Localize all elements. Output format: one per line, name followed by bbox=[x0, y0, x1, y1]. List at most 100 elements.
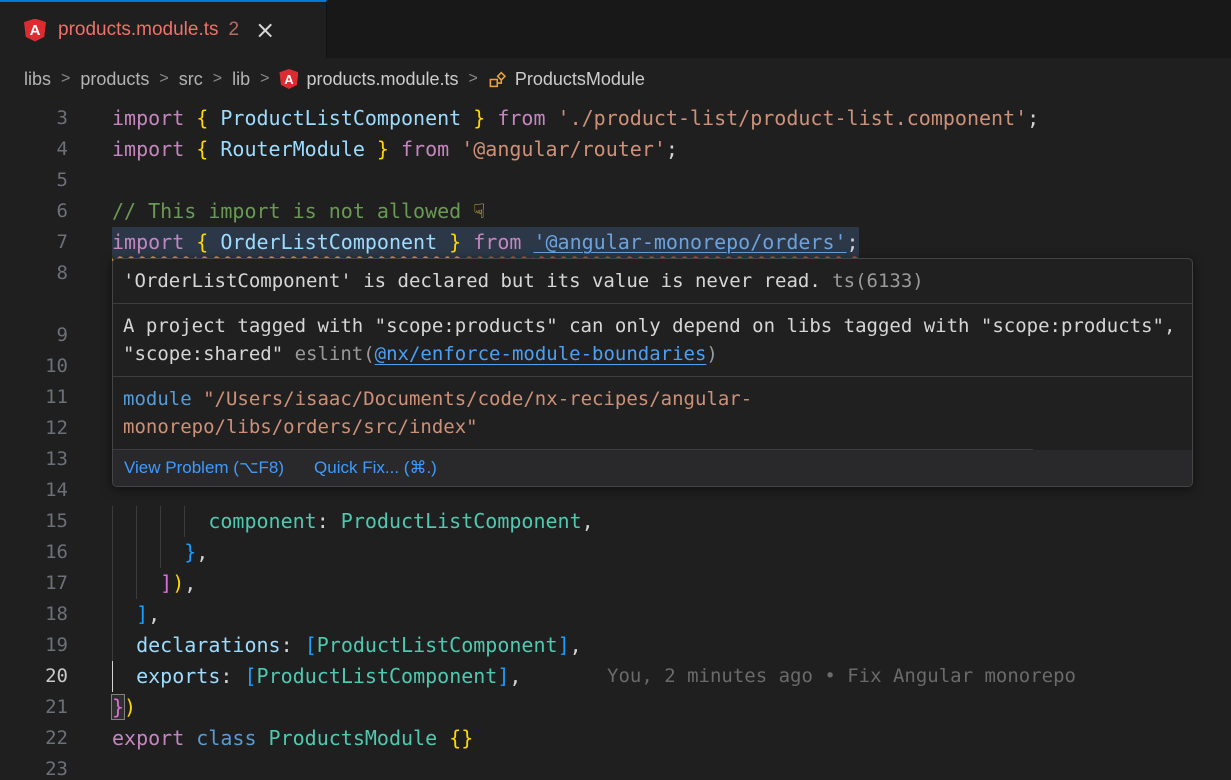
code-line[interactable]: import { ProductListComponent } from './… bbox=[112, 103, 1039, 134]
line-number[interactable]: 13 bbox=[0, 444, 68, 475]
code-token: component bbox=[208, 509, 316, 533]
view-problem-link[interactable]: View Problem (⌥F8) bbox=[124, 458, 284, 478]
chevron-separator-icon: > bbox=[469, 70, 478, 88]
code-token: ProductListComponent bbox=[257, 664, 498, 688]
code-line[interactable]: }) bbox=[112, 692, 136, 723]
code-token: ] bbox=[160, 571, 172, 595]
code-token: from bbox=[485, 106, 557, 130]
tab-error-count-badge: 2 bbox=[229, 19, 240, 41]
breadcrumb-file-label: products.module.ts bbox=[306, 69, 458, 90]
breadcrumb-item-file[interactable]: Aproducts.module.ts bbox=[279, 69, 458, 90]
symbol-class-icon bbox=[488, 70, 507, 89]
hover-rule-link[interactable]: @nx/enforce-module-boundaries bbox=[375, 343, 707, 365]
line-number[interactable] bbox=[0, 289, 68, 320]
code-token: ) bbox=[172, 571, 184, 595]
line-number[interactable]: 15 bbox=[0, 506, 68, 537]
breadcrumb-item-lib[interactable]: lib bbox=[232, 69, 250, 90]
code-token: OrderListComponent bbox=[208, 230, 449, 254]
chevron-separator-icon: > bbox=[61, 70, 70, 88]
line-number[interactable]: 14 bbox=[0, 475, 68, 506]
code-token: } bbox=[473, 106, 485, 130]
line-number[interactable]: 16 bbox=[0, 537, 68, 568]
code-line[interactable]: import { RouterModule } from '@angular/r… bbox=[112, 134, 678, 165]
code-token: ) bbox=[124, 695, 136, 719]
code-line-row: 18 ], bbox=[0, 599, 1231, 630]
code-line[interactable]: declarations: [ProductListComponent], bbox=[112, 630, 582, 661]
pointing-down-emoji: ☟ bbox=[473, 199, 485, 223]
code-token: RouterModule bbox=[208, 137, 377, 161]
line-number[interactable]: 8 bbox=[0, 258, 68, 289]
code-line[interactable]: component: ProductListComponent, bbox=[112, 506, 594, 537]
line-number[interactable]: 22 bbox=[0, 723, 68, 754]
code-token: : bbox=[220, 664, 244, 688]
hover-message-text: module bbox=[123, 388, 192, 410]
code-token: ; bbox=[666, 137, 678, 161]
code-token: , bbox=[148, 602, 160, 626]
code-line-row: 21}) bbox=[0, 692, 1231, 723]
code-token: ; bbox=[1027, 106, 1039, 130]
code-token: { bbox=[196, 137, 208, 161]
code-line-row: 19 declarations: [ProductListComponent], bbox=[0, 630, 1231, 661]
breadcrumb-item-src[interactable]: src bbox=[179, 69, 203, 90]
line-number[interactable]: 3 bbox=[0, 103, 68, 134]
code-token: // This import is not allowed bbox=[112, 199, 473, 223]
code-token: '@angular/router' bbox=[461, 137, 666, 161]
code-line[interactable]: import { OrderListComponent } from '@ang… bbox=[112, 227, 859, 258]
code-token: { bbox=[196, 106, 208, 130]
line-number[interactable]: 12 bbox=[0, 413, 68, 444]
chevron-separator-icon: > bbox=[260, 70, 269, 88]
code-line[interactable]: ]), bbox=[112, 568, 196, 599]
line-number[interactable]: 7 bbox=[0, 227, 68, 258]
code-token: ] bbox=[136, 602, 148, 626]
line-number[interactable]: 4 bbox=[0, 134, 68, 165]
line-number[interactable]: 18 bbox=[0, 599, 68, 630]
line-number[interactable]: 17 bbox=[0, 568, 68, 599]
code-line-row: 23 bbox=[0, 754, 1231, 780]
line-number[interactable]: 19 bbox=[0, 630, 68, 661]
code-token: } bbox=[184, 540, 196, 564]
code-token bbox=[112, 633, 136, 657]
code-token: { bbox=[196, 230, 208, 254]
code-line-row: 6 // This import is not allowed ☟ bbox=[0, 196, 1231, 227]
line-number[interactable]: 23 bbox=[0, 754, 68, 780]
code-token: export bbox=[112, 726, 196, 750]
quick-fix-link[interactable]: Quick Fix... (⌘.) bbox=[314, 458, 437, 478]
breadcrumb-item-symbol[interactable]: ProductsModule bbox=[488, 69, 645, 90]
code-line[interactable]: ], bbox=[112, 599, 160, 630]
code-token: '@angular-monorepo/orders' bbox=[533, 230, 846, 254]
tab-title: products.module.ts bbox=[58, 19, 219, 41]
code-line[interactable]: export class ProductsModule {} bbox=[112, 723, 473, 754]
code-token: } bbox=[449, 230, 461, 254]
code-line[interactable]: // This import is not allowed ☟ bbox=[112, 196, 485, 227]
hover-message: module "/Users/isaac/Documents/code/nx-r… bbox=[113, 377, 1033, 450]
chevron-separator-icon: > bbox=[159, 70, 168, 88]
tab-close-icon[interactable]: × bbox=[255, 18, 275, 42]
tab-products-module[interactable]: A products.module.ts 2 × bbox=[0, 0, 327, 58]
code-token bbox=[112, 540, 184, 564]
code-token: ; bbox=[847, 230, 859, 254]
code-token: {} bbox=[449, 726, 473, 750]
line-number[interactable]: 9 bbox=[0, 320, 68, 351]
line-number[interactable]: 20 bbox=[0, 661, 68, 692]
hover-message: 'OrderListComponent' is declared but its… bbox=[113, 259, 1192, 304]
breadcrumb-item-libs[interactable]: libs bbox=[24, 69, 51, 90]
code-line[interactable]: }, bbox=[112, 537, 208, 568]
line-number[interactable]: 10 bbox=[0, 351, 68, 382]
code-token: : bbox=[317, 509, 341, 533]
hover-message-text: eslint( bbox=[283, 343, 375, 365]
breadcrumb-item-products[interactable]: products bbox=[80, 69, 149, 90]
line-number[interactable]: 11 bbox=[0, 382, 68, 413]
code-token: ProductsModule bbox=[269, 726, 450, 750]
code-line-row: 3 import { ProductListComponent } from '.… bbox=[0, 103, 1231, 134]
code-line-row: 17 ]), bbox=[0, 568, 1231, 599]
hover-popup: 'OrderListComponent' is declared but its… bbox=[112, 258, 1193, 487]
code-token: import bbox=[112, 137, 196, 161]
line-number[interactable]: 5 bbox=[0, 165, 68, 196]
code-token: from bbox=[461, 230, 533, 254]
code-token: } bbox=[377, 137, 389, 161]
code-line[interactable]: exports: [ProductListComponent], bbox=[112, 661, 521, 692]
hover-message-text: ts(6133) bbox=[821, 270, 924, 292]
line-number[interactable]: 21 bbox=[0, 692, 68, 723]
line-number[interactable]: 6 bbox=[0, 196, 68, 227]
code-token: from bbox=[389, 137, 461, 161]
